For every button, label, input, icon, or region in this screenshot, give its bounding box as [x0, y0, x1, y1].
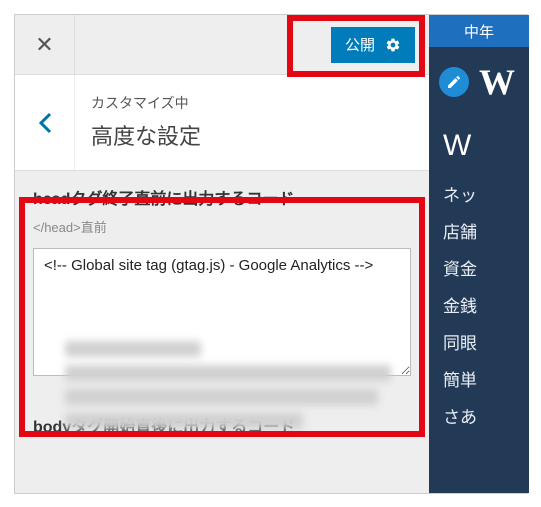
publish-button[interactable]: 公開: [331, 27, 415, 63]
section-head-title: headタグ終了直前に出力するコード: [33, 185, 411, 209]
preview-line: さあ: [443, 403, 515, 428]
preview-logo-letter: W: [479, 61, 515, 103]
breadcrumb-title: 高度な設定: [91, 119, 201, 151]
preview-pane: 中年 W W ネッ 店舗 資金 金銭 同眼 簡単 さあ: [429, 15, 529, 493]
head-code-textarea[interactable]: [33, 248, 411, 376]
section-head-sub: </head>直前: [33, 217, 411, 236]
back-button[interactable]: [15, 75, 75, 170]
publish-label: 公開: [345, 34, 375, 55]
breadcrumb-small: カスタマイズ中: [91, 93, 201, 113]
preview-line: 店舗: [443, 218, 515, 243]
section-body-title: bodyタグ開始直後に出力するコード: [33, 413, 411, 437]
preview-line: 金銭: [443, 292, 515, 317]
preview-line: 簡単: [443, 366, 515, 391]
close-button[interactable]: ✕: [15, 15, 75, 75]
edit-icon[interactable]: [439, 67, 469, 97]
preview-heading: W: [443, 129, 515, 163]
preview-topbar: 中年: [429, 15, 529, 47]
preview-line: 同眼: [443, 329, 515, 354]
gear-icon: [385, 37, 401, 53]
preview-line: 資金: [443, 255, 515, 280]
preview-line: ネッ: [443, 181, 515, 206]
